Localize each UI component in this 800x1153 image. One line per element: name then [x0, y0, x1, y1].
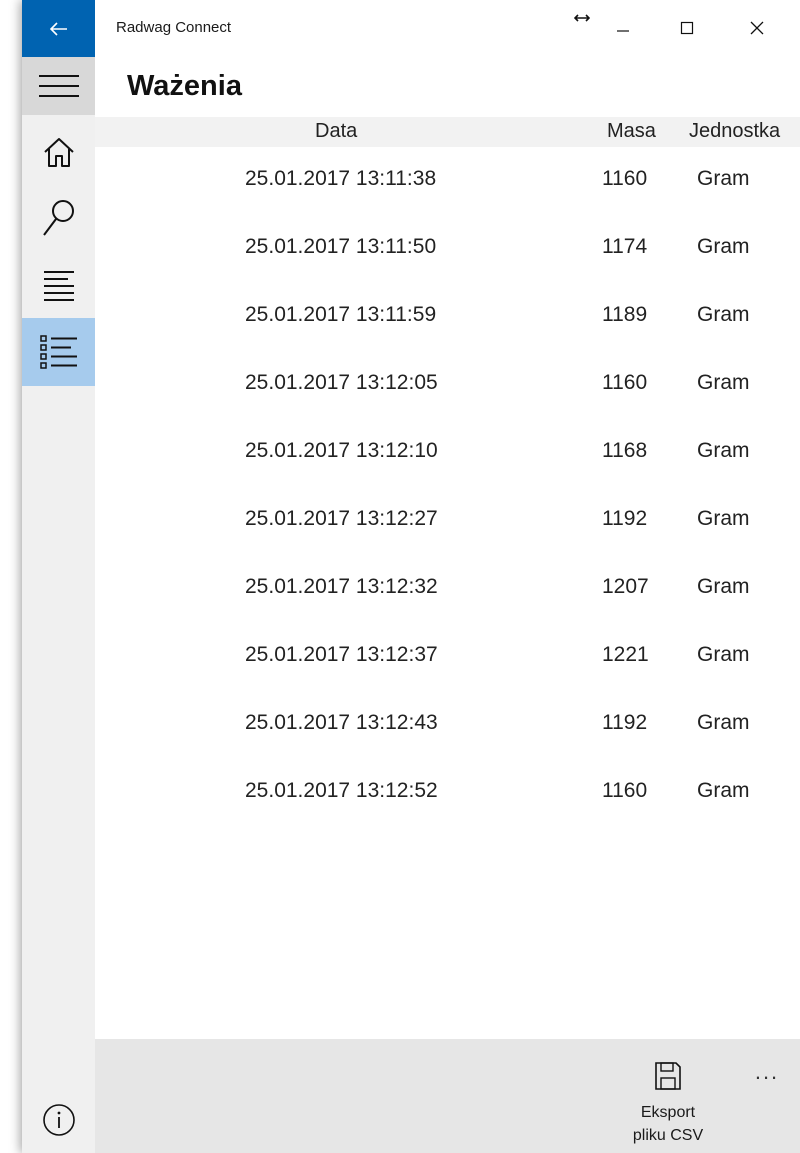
cell-unit: Gram — [697, 167, 750, 190]
command-bar: Eksport pliku CSV ... — [95, 1039, 800, 1153]
table-row[interactable]: 25.01.2017 13:12:32 1207 Gram — [95, 555, 800, 623]
table-row[interactable]: 25.01.2017 13:11:59 1189 Gram — [95, 283, 800, 351]
title-bar: Radwag Connect — [22, 0, 800, 57]
home-icon — [43, 138, 74, 167]
hamburger-menu-button[interactable] — [22, 57, 95, 115]
table-row[interactable]: 25.01.2017 13:12:52 1160 Gram — [95, 759, 800, 827]
nav-item-list[interactable] — [22, 318, 95, 386]
cell-unit: Gram — [697, 303, 750, 326]
cell-mass: 1168 — [602, 439, 648, 462]
back-button[interactable] — [22, 0, 95, 57]
table-row[interactable]: 25.01.2017 13:12:43 1192 Gram — [95, 691, 800, 759]
cell-date: 25.01.2017 13:11:59 — [245, 303, 437, 326]
nav-item-search[interactable] — [22, 185, 95, 251]
cell-unit: Gram — [697, 507, 750, 530]
cell-mass: 1192 — [602, 711, 648, 734]
app-window: Radwag Connect Ważenia Data Masa Jednost… — [22, 0, 800, 1153]
cell-date: 25.01.2017 13:12:43 — [245, 711, 438, 734]
navigation-pane — [22, 57, 95, 1153]
cell-date: 25.01.2017 13:12:27 — [245, 507, 438, 530]
column-header-data[interactable]: Data — [315, 120, 357, 143]
table-row[interactable]: 25.01.2017 13:11:50 1174 Gram — [95, 215, 800, 283]
cell-mass: 1160 — [602, 167, 648, 190]
cell-mass: 1221 — [602, 643, 649, 666]
hamburger-icon — [38, 75, 79, 97]
info-icon — [42, 1104, 75, 1136]
close-button[interactable] — [734, 10, 780, 46]
cell-date: 25.01.2017 13:11:38 — [245, 167, 437, 190]
export-csv-button[interactable]: Eksport pliku CSV — [615, 1059, 721, 1153]
cell-date: 25.01.2017 13:12:05 — [245, 371, 438, 394]
list-icon — [39, 335, 77, 369]
cell-unit: Gram — [697, 711, 750, 734]
nav-item-home[interactable] — [22, 119, 95, 185]
cell-mass: 1160 — [602, 779, 648, 802]
cell-unit: Gram — [697, 439, 750, 462]
table-header: Data Masa Jednostka — [95, 117, 800, 147]
column-header-masa[interactable]: Masa — [607, 120, 656, 143]
cell-date: 25.01.2017 13:12:10 — [245, 439, 438, 462]
nav-item-document[interactable] — [22, 253, 95, 319]
cell-unit: Gram — [697, 371, 750, 394]
cell-date: 25.01.2017 13:12:37 — [245, 643, 438, 666]
main-content: Ważenia Data Masa Jednostka 25.01.2017 1… — [95, 57, 800, 1153]
cell-mass: 1207 — [602, 575, 649, 598]
cell-date: 25.01.2017 13:12:32 — [245, 575, 438, 598]
cell-unit: Gram — [697, 779, 750, 802]
document-lines-icon — [43, 271, 74, 301]
cell-mass: 1189 — [602, 303, 648, 326]
table-row[interactable]: 25.01.2017 13:12:05 1160 Gram — [95, 351, 800, 419]
save-icon — [655, 1062, 681, 1090]
cell-mass: 1160 — [602, 371, 648, 394]
column-header-jednostka[interactable]: Jednostka — [689, 120, 780, 143]
table-row[interactable]: 25.01.2017 13:12:37 1221 Gram — [95, 623, 800, 691]
back-arrow-icon — [49, 21, 67, 36]
cell-mass: 1192 — [602, 507, 648, 530]
more-options-button[interactable]: ... — [747, 1059, 787, 1089]
cell-mass: 1174 — [602, 235, 648, 258]
table-row[interactable]: 25.01.2017 13:11:38 1160 Gram — [95, 147, 800, 215]
table-row[interactable]: 25.01.2017 13:12:10 1168 Gram — [95, 419, 800, 487]
export-label-line2: pliku CSV — [632, 1127, 704, 1144]
measurements-table: 25.01.2017 13:11:38 1160 Gram 25.01.2017… — [95, 147, 800, 827]
minimize-icon — [617, 30, 629, 32]
maximize-icon — [680, 21, 694, 35]
cell-date: 25.01.2017 13:11:50 — [245, 235, 437, 258]
cell-unit: Gram — [697, 235, 750, 258]
nav-item-info[interactable] — [22, 1087, 95, 1153]
search-icon — [42, 200, 74, 236]
close-icon — [750, 21, 764, 35]
maximize-button[interactable] — [664, 10, 710, 46]
cell-date: 25.01.2017 13:12:52 — [245, 779, 438, 802]
cell-unit: Gram — [697, 643, 750, 666]
app-title: Radwag Connect — [116, 19, 232, 36]
page-title: Ważenia — [127, 70, 242, 102]
table-row[interactable]: 25.01.2017 13:12:27 1192 Gram — [95, 487, 800, 555]
export-label-line1: Eksport — [640, 1104, 696, 1121]
resize-indicator-icon — [570, 6, 594, 30]
cell-unit: Gram — [697, 575, 750, 598]
minimize-button[interactable] — [600, 10, 646, 46]
